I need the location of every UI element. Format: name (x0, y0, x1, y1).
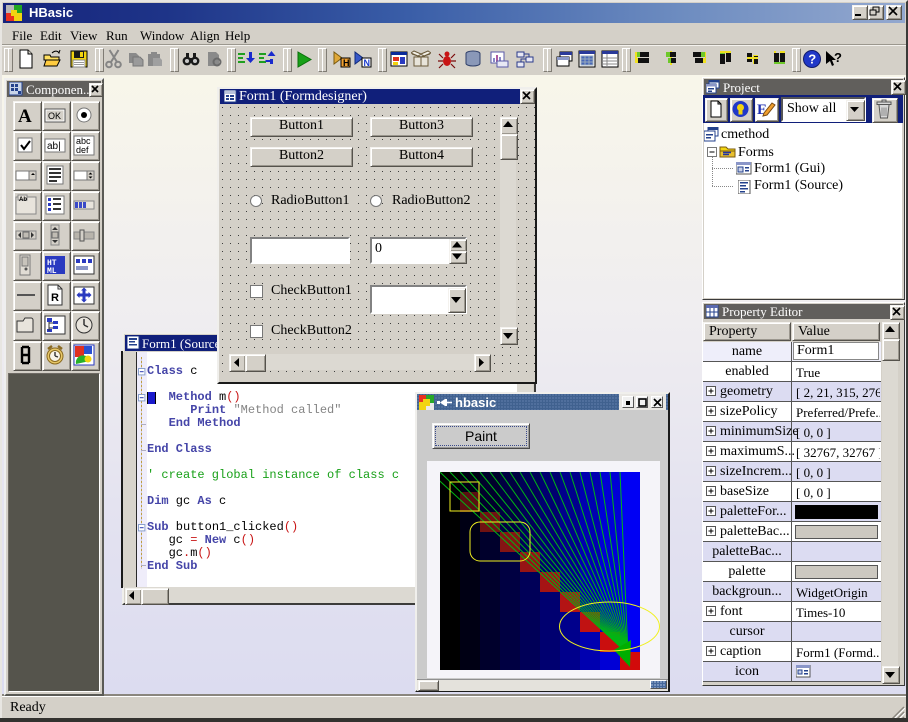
svg-text:A: A (18, 106, 32, 127)
svg-text:N: N (364, 58, 371, 68)
svg-text:ab|: ab| (47, 141, 61, 152)
svg-text:R: R (51, 292, 59, 304)
svg-text:ML: ML (47, 267, 57, 276)
svg-text:?: ? (834, 50, 842, 65)
svg-text:def: def (76, 145, 89, 155)
svg-text:H: H (343, 58, 350, 68)
svg-text:?: ? (808, 52, 816, 67)
svg-text:Ab: Ab (19, 197, 27, 203)
svg-text:OK: OK (48, 111, 61, 121)
